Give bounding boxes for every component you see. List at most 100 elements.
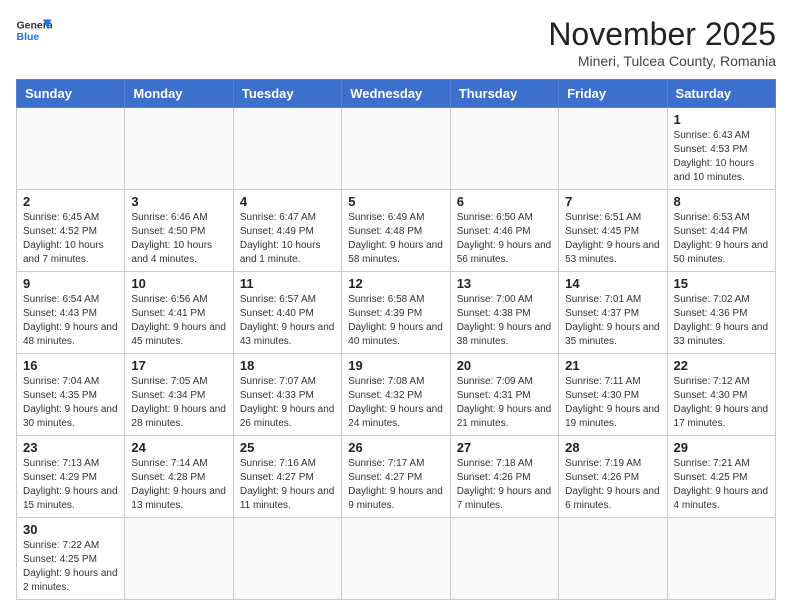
day-number: 26 <box>348 440 443 455</box>
day-number: 21 <box>565 358 660 373</box>
day-number: 20 <box>457 358 552 373</box>
day-info: Sunrise: 7:00 AM Sunset: 4:38 PM Dayligh… <box>457 293 552 349</box>
calendar-cell <box>450 108 558 190</box>
day-info: Sunrise: 6:51 AM Sunset: 4:45 PM Dayligh… <box>565 211 660 267</box>
day-info: Sunrise: 6:54 AM Sunset: 4:43 PM Dayligh… <box>23 293 118 349</box>
calendar-cell <box>667 518 775 600</box>
day-info: Sunrise: 6:45 AM Sunset: 4:52 PM Dayligh… <box>23 211 118 267</box>
calendar-cell: 4Sunrise: 6:47 AM Sunset: 4:49 PM Daylig… <box>233 190 341 272</box>
calendar-cell <box>17 108 125 190</box>
calendar-cell: 9Sunrise: 6:54 AM Sunset: 4:43 PM Daylig… <box>17 272 125 354</box>
day-number: 11 <box>240 276 335 291</box>
month-title: November 2025 <box>548 16 776 53</box>
day-number: 8 <box>674 194 769 209</box>
day-info: Sunrise: 7:05 AM Sunset: 4:34 PM Dayligh… <box>131 375 226 431</box>
calendar-cell: 29 Sunrise: 7:21 AM Sunset: 4:25 PM Dayli… <box>667 436 775 518</box>
day-number: 2 <box>23 194 118 209</box>
day-number: 25 <box>240 440 335 455</box>
week-row-2: 2 Sunrise: 6:45 AM Sunset: 4:52 PM Daylig… <box>17 190 776 272</box>
day-number: 29 <box>674 440 769 455</box>
calendar-cell: 3Sunrise: 6:46 AM Sunset: 4:50 PM Daylig… <box>125 190 233 272</box>
day-info: Sunrise: 6:57 AM Sunset: 4:40 PM Dayligh… <box>240 293 335 349</box>
day-number: 23 <box>23 440 118 455</box>
day-info: Sunrise: 6:49 AM Sunset: 4:48 PM Dayligh… <box>348 211 443 267</box>
day-info: Sunrise: 6:50 AM Sunset: 4:46 PM Dayligh… <box>457 211 552 267</box>
day-number: 7 <box>565 194 660 209</box>
calendar-cell: 10Sunrise: 6:56 AM Sunset: 4:41 PM Dayli… <box>125 272 233 354</box>
weekday-header-friday: Friday <box>559 80 667 108</box>
week-row-5: 23 Sunrise: 7:13 AM Sunset: 4:29 PM Dayli… <box>17 436 776 518</box>
calendar-cell: 30Sunrise: 7:22 AM Sunset: 4:25 PM Dayli… <box>17 518 125 600</box>
day-info: Sunrise: 7:01 AM Sunset: 4:37 PM Dayligh… <box>565 293 660 349</box>
calendar-cell: 8 Sunrise: 6:53 AM Sunset: 4:44 PM Daylig… <box>667 190 775 272</box>
calendar-cell <box>125 108 233 190</box>
day-number: 16 <box>23 358 118 373</box>
calendar-cell: 16 Sunrise: 7:04 AM Sunset: 4:35 PM Dayli… <box>17 354 125 436</box>
day-info: Sunrise: 7:02 AM Sunset: 4:36 PM Dayligh… <box>674 293 769 349</box>
day-info: Sunrise: 6:43 AM Sunset: 4:53 PM Dayligh… <box>674 129 769 185</box>
calendar-table: SundayMondayTuesdayWednesdayThursdayFrid… <box>16 79 776 600</box>
weekday-header-sunday: Sunday <box>17 80 125 108</box>
week-row-6: 30Sunrise: 7:22 AM Sunset: 4:25 PM Dayli… <box>17 518 776 600</box>
calendar-cell: 14 Sunrise: 7:01 AM Sunset: 4:37 PM Dayli… <box>559 272 667 354</box>
day-info: Sunrise: 7:18 AM Sunset: 4:26 PM Dayligh… <box>457 457 552 513</box>
day-info: Sunrise: 7:04 AM Sunset: 4:35 PM Dayligh… <box>23 375 118 431</box>
day-number: 4 <box>240 194 335 209</box>
day-info: Sunrise: 7:21 AM Sunset: 4:25 PM Dayligh… <box>674 457 769 513</box>
day-info: Sunrise: 6:46 AM Sunset: 4:50 PM Dayligh… <box>131 211 226 267</box>
day-info: Sunrise: 6:58 AM Sunset: 4:39 PM Dayligh… <box>348 293 443 349</box>
calendar-cell <box>125 518 233 600</box>
calendar-cell: 17Sunrise: 7:05 AM Sunset: 4:34 PM Dayli… <box>125 354 233 436</box>
day-info: Sunrise: 7:17 AM Sunset: 4:27 PM Dayligh… <box>348 457 443 513</box>
day-number: 15 <box>674 276 769 291</box>
calendar-cell: 11 Sunrise: 6:57 AM Sunset: 4:40 PM Dayli… <box>233 272 341 354</box>
calendar-cell <box>233 108 341 190</box>
day-number: 13 <box>457 276 552 291</box>
calendar-cell: 5Sunrise: 6:49 AM Sunset: 4:48 PM Daylig… <box>342 190 450 272</box>
day-number: 6 <box>457 194 552 209</box>
calendar-cell: 24Sunrise: 7:14 AM Sunset: 4:28 PM Dayli… <box>125 436 233 518</box>
logo-icon: General Blue <box>16 16 52 44</box>
day-info: Sunrise: 7:13 AM Sunset: 4:29 PM Dayligh… <box>23 457 118 513</box>
weekday-header-wednesday: Wednesday <box>342 80 450 108</box>
calendar-cell: 26 Sunrise: 7:17 AM Sunset: 4:27 PM Dayli… <box>342 436 450 518</box>
calendar-cell <box>342 108 450 190</box>
day-number: 22 <box>674 358 769 373</box>
page-header: General Blue November 2025 Mineri, Tulce… <box>16 16 776 69</box>
calendar-cell: 6 Sunrise: 6:50 AM Sunset: 4:46 PM Daylig… <box>450 190 558 272</box>
title-area: November 2025 Mineri, Tulcea County, Rom… <box>548 16 776 69</box>
calendar-cell: 22 Sunrise: 7:12 AM Sunset: 4:30 PM Dayli… <box>667 354 775 436</box>
week-row-4: 16 Sunrise: 7:04 AM Sunset: 4:35 PM Dayli… <box>17 354 776 436</box>
day-info: Sunrise: 7:11 AM Sunset: 4:30 PM Dayligh… <box>565 375 660 431</box>
day-number: 14 <box>565 276 660 291</box>
weekday-header-row: SundayMondayTuesdayWednesdayThursdayFrid… <box>17 80 776 108</box>
day-info: Sunrise: 7:09 AM Sunset: 4:31 PM Dayligh… <box>457 375 552 431</box>
day-info: Sunrise: 7:16 AM Sunset: 4:27 PM Dayligh… <box>240 457 335 513</box>
logo: General Blue <box>16 16 52 44</box>
day-info: Sunrise: 6:53 AM Sunset: 4:44 PM Dayligh… <box>674 211 769 267</box>
calendar-cell: 21 Sunrise: 7:11 AM Sunset: 4:30 PM Dayli… <box>559 354 667 436</box>
calendar-cell <box>233 518 341 600</box>
day-info: Sunrise: 7:08 AM Sunset: 4:32 PM Dayligh… <box>348 375 443 431</box>
day-info: Sunrise: 7:19 AM Sunset: 4:26 PM Dayligh… <box>565 457 660 513</box>
calendar-cell: 1 Sunrise: 6:43 AM Sunset: 4:53 PM Daylig… <box>667 108 775 190</box>
day-number: 18 <box>240 358 335 373</box>
calendar-cell: 25 Sunrise: 7:16 AM Sunset: 4:27 PM Dayli… <box>233 436 341 518</box>
calendar-cell <box>342 518 450 600</box>
week-row-3: 9Sunrise: 6:54 AM Sunset: 4:43 PM Daylig… <box>17 272 776 354</box>
calendar-cell: 19Sunrise: 7:08 AM Sunset: 4:32 PM Dayli… <box>342 354 450 436</box>
calendar-cell: 2 Sunrise: 6:45 AM Sunset: 4:52 PM Daylig… <box>17 190 125 272</box>
week-row-1: 1 Sunrise: 6:43 AM Sunset: 4:53 PM Daylig… <box>17 108 776 190</box>
day-info: Sunrise: 7:12 AM Sunset: 4:30 PM Dayligh… <box>674 375 769 431</box>
weekday-header-thursday: Thursday <box>450 80 558 108</box>
calendar-cell: 7 Sunrise: 6:51 AM Sunset: 4:45 PM Daylig… <box>559 190 667 272</box>
calendar-cell: 28Sunrise: 7:19 AM Sunset: 4:26 PM Dayli… <box>559 436 667 518</box>
calendar-cell: 23 Sunrise: 7:13 AM Sunset: 4:29 PM Dayli… <box>17 436 125 518</box>
calendar-cell: 12Sunrise: 6:58 AM Sunset: 4:39 PM Dayli… <box>342 272 450 354</box>
day-info: Sunrise: 6:56 AM Sunset: 4:41 PM Dayligh… <box>131 293 226 349</box>
calendar-cell: 13 Sunrise: 7:00 AM Sunset: 4:38 PM Dayli… <box>450 272 558 354</box>
day-number: 30 <box>23 522 118 537</box>
day-number: 1 <box>674 112 769 127</box>
calendar-cell <box>559 108 667 190</box>
day-info: Sunrise: 7:14 AM Sunset: 4:28 PM Dayligh… <box>131 457 226 513</box>
